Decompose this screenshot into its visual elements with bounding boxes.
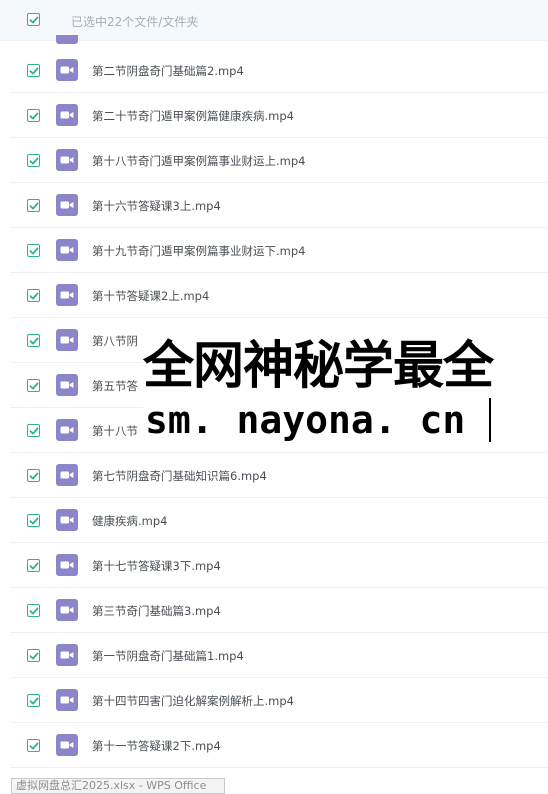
checkmark-icon — [29, 337, 38, 344]
file-row[interactable]: 健康疾病.mp4 — [10, 498, 548, 543]
file-row[interactable]: 第十七节答疑课3下.mp4 — [10, 543, 548, 588]
file-checkbox[interactable] — [27, 334, 40, 347]
file-row[interactable]: 第三节奇门基础篇3.mp4 — [10, 588, 548, 633]
video-icon — [56, 104, 78, 126]
file-name: 第五节答 — [92, 379, 138, 393]
checkmark-icon — [29, 562, 38, 569]
video-icon — [56, 374, 78, 396]
checkmark-icon — [29, 292, 38, 299]
checkmark-icon — [29, 247, 38, 254]
file-name: 第三节奇门基础篇3.mp4 — [92, 604, 221, 618]
file-checkbox[interactable] — [27, 559, 40, 572]
video-icon — [56, 509, 78, 531]
checkmark-icon — [29, 157, 38, 164]
file-checkbox[interactable] — [27, 379, 40, 392]
file-name: 第十节答疑课2上.mp4 — [92, 289, 210, 303]
file-checkbox[interactable] — [27, 244, 40, 257]
file-checkbox[interactable] — [27, 424, 40, 437]
file-checkbox[interactable] — [27, 64, 40, 77]
file-checkbox[interactable] — [27, 289, 40, 302]
taskbar-window-title[interactable]: 虚拟网盘总汇2025.xlsx - WPS Office — [11, 778, 225, 794]
checkmark-icon — [29, 382, 38, 389]
file-row[interactable]: 第十九节奇门遁甲案例篇事业财运下.mp4 — [10, 228, 548, 273]
checkmark-icon — [29, 517, 38, 524]
checkmark-icon — [29, 427, 38, 434]
file-row[interactable]: 第二十节奇门遁甲案例篇健康疾病.mp4 — [10, 93, 548, 138]
checkmark-icon — [29, 652, 38, 659]
file-name: 第十六节答疑课3上.mp4 — [92, 199, 221, 213]
file-name: 第二十节奇门遁甲案例篇健康疾病.mp4 — [92, 109, 294, 123]
select-all-checkbox[interactable] — [27, 13, 40, 26]
video-icon — [56, 689, 78, 711]
file-name: 第二节阴盘奇门基础篇2.mp4 — [92, 64, 244, 78]
video-icon — [56, 59, 78, 81]
file-row[interactable]: 第二节阴盘奇门基础篇2.mp4 — [10, 48, 548, 93]
video-icon — [56, 239, 78, 261]
file-checkbox[interactable] — [27, 604, 40, 617]
watermark-overlay: 全网神秘学最全 sm. nayona. cn — [143, 335, 548, 452]
file-checkbox[interactable] — [27, 154, 40, 167]
watermark-title: 全网神秘学最全 — [143, 337, 494, 396]
video-icon — [56, 419, 78, 441]
video-icon — [56, 464, 78, 486]
file-checkbox[interactable] — [27, 469, 40, 482]
video-icon — [56, 149, 78, 171]
video-icon — [56, 194, 78, 216]
file-row[interactable]: 第十节答疑课2上.mp4 — [10, 273, 548, 318]
file-checkbox[interactable] — [27, 739, 40, 752]
watermark-url: sm. nayona. cn — [145, 398, 466, 442]
file-name: 第十四节四害门迫化解案例解析上.mp4 — [92, 694, 294, 708]
file-row[interactable]: 第十八节奇门遁甲案例篇事业财运上.mp4 — [10, 138, 548, 183]
file-checkbox[interactable] — [27, 514, 40, 527]
file-name: 第十九节奇门遁甲案例篇事业财运下.mp4 — [92, 244, 306, 258]
file-checkbox[interactable] — [27, 199, 40, 212]
video-icon — [56, 35, 78, 44]
checkmark-icon — [29, 15, 38, 23]
file-row[interactable]: 第七节阴盘奇门基础知识篇6.mp4 — [10, 453, 548, 498]
checkmark-icon — [29, 67, 38, 74]
video-icon — [56, 644, 78, 666]
video-icon — [56, 284, 78, 306]
file-name: 第十八节 — [92, 424, 138, 438]
video-icon — [56, 554, 78, 576]
file-checkbox[interactable] — [27, 649, 40, 662]
video-icon — [56, 329, 78, 351]
checkmark-icon — [29, 472, 38, 479]
file-name: 第十一节答疑课2下.mp4 — [92, 739, 221, 753]
checkmark-icon — [29, 697, 38, 704]
file-row[interactable]: 第十四节四害门迫化解案例解析上.mp4 — [10, 678, 548, 723]
selection-count-text: 已选中22个文件/文件夹 — [71, 15, 199, 29]
checkmark-icon — [29, 202, 38, 209]
checkmark-icon — [29, 742, 38, 749]
file-name: 第一节阴盘奇门基础篇1.mp4 — [92, 649, 244, 663]
file-checkbox[interactable] — [27, 694, 40, 707]
checkmark-icon — [29, 112, 38, 119]
file-row[interactable]: 第十一节答疑课2下.mp4 — [10, 723, 548, 768]
file-name: 健康疾病.mp4 — [92, 514, 168, 528]
video-icon — [56, 734, 78, 756]
video-icon — [56, 599, 78, 621]
file-row[interactable]: 第十六节答疑课3上.mp4 — [10, 183, 548, 228]
file-name: 第十七节答疑课3下.mp4 — [92, 559, 221, 573]
text-cursor — [489, 398, 491, 442]
checkmark-icon — [29, 607, 38, 614]
file-name: 第十八节奇门遁甲案例篇事业财运上.mp4 — [92, 154, 306, 168]
file-checkbox[interactable] — [27, 109, 40, 122]
file-row[interactable]: 第一节阴盘奇门基础篇1.mp4 — [10, 633, 548, 678]
file-name: 第八节阴 — [92, 334, 138, 348]
file-name: 第七节阴盘奇门基础知识篇6.mp4 — [92, 469, 267, 483]
selection-header: 已选中22个文件/文件夹 — [0, 0, 548, 41]
